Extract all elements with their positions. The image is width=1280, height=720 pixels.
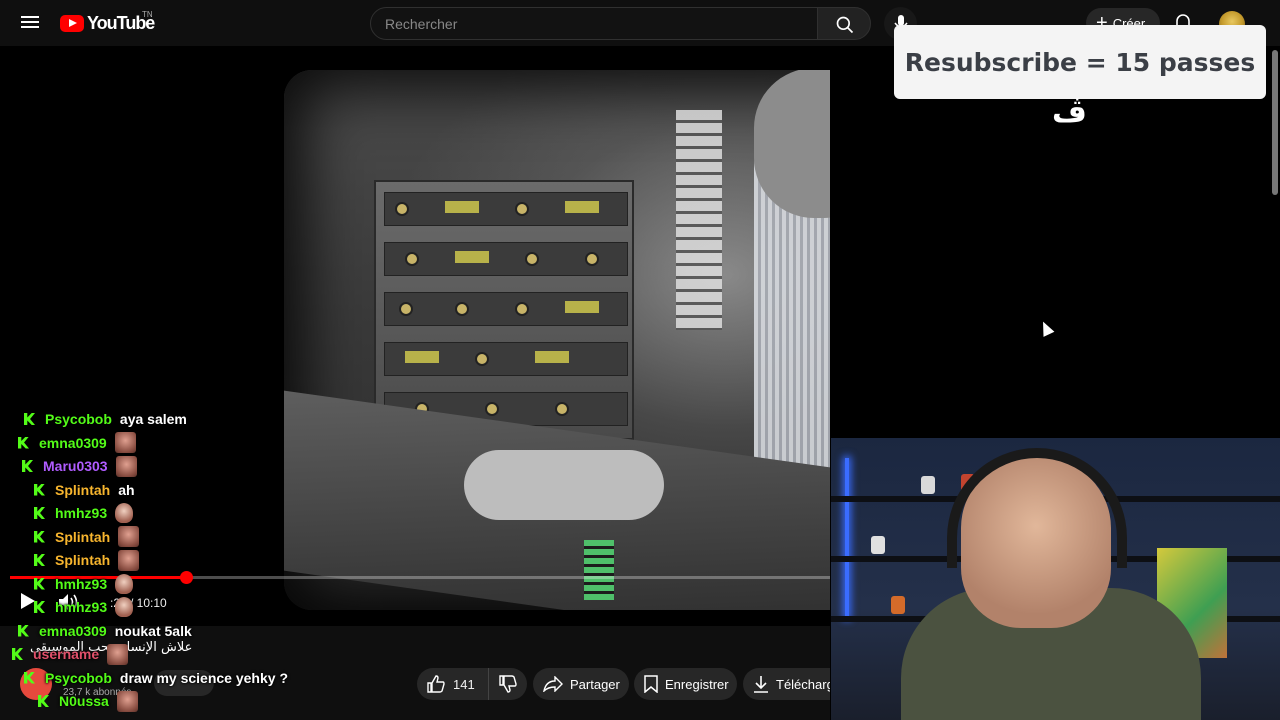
chat-username[interactable]: Splintah [55,482,110,498]
kick-badge-icon [34,483,45,496]
chat-username[interactable]: emna0309 [39,435,107,451]
kick-badge-icon [18,624,29,637]
chat-username[interactable]: Maru0303 [43,458,108,474]
kick-badge-icon [24,671,35,684]
youtube-play-icon [60,14,84,32]
kick-badge-icon [38,695,49,707]
chat-message: Splintah [34,549,140,571]
kick-badge-icon [34,554,45,566]
desk-leds [584,540,614,600]
download-icon [754,676,768,693]
bookmark-icon [644,675,658,693]
page-scrollbar[interactable] [1272,50,1278,195]
youtube-watch-page: YouTube TN + Créer [0,0,1280,720]
kick-badge-icon [12,648,23,660]
chat-message: Splintah [34,526,140,548]
chat-text: draw my science yehky ? [119,669,288,686]
chat-message: N0ussa [38,690,138,712]
hamburger-menu-icon[interactable] [18,13,42,33]
youtube-logo[interactable]: YouTube TN [60,10,155,34]
chat-username[interactable]: emna0309 [39,623,107,639]
save-button[interactable]: Enregistrer [634,668,737,700]
chat-message: emna0309 noukat 5alk [18,620,192,642]
chat-message: hmhz93 [34,502,134,524]
resubscribe-card: Resubscribe = 15 passes [894,25,1266,99]
kick-badge-icon [18,436,29,449]
tape-stack [676,110,722,330]
chat-emote-icon [118,526,140,547]
chat-message: hmhz93 [34,596,134,618]
share-label: Partager [570,676,620,692]
thumbs-up-icon [427,675,445,693]
download-button[interactable]: Télécharger [743,668,830,700]
kick-badge-icon [34,530,45,543]
chat-message: emna0309 [18,432,136,454]
chat-username[interactable]: Psycobob [45,670,112,686]
mouse-cursor-icon [1037,319,1055,337]
search-input[interactable] [371,8,817,39]
chat-text: noukat 5alk [114,622,192,639]
search-button[interactable] [817,7,871,40]
chat-emote-icon [115,597,134,617]
chat-username[interactable]: username [33,646,99,662]
chat-message: hmhz93 [34,573,134,595]
chat-message: username [12,643,129,665]
download-label: Télécharger [776,676,830,692]
chat-username[interactable]: hmhz93 [55,599,107,615]
resubscribe-text: Resubscribe = 15 passes [904,47,1256,77]
kick-badge-icon [34,507,45,519]
technician-hands [464,450,664,520]
chat-username[interactable]: Splintah [55,529,110,545]
chat-emote-icon [107,643,129,665]
like-dislike-group: 141 [417,668,527,700]
chat-emote-icon [115,455,137,477]
chat-emote-icon [118,549,140,571]
country-code: TN [142,10,153,19]
like-button[interactable]: 141 [417,668,489,700]
led-strip [845,458,849,618]
chat-username[interactable]: Psycobob [45,411,112,427]
save-label: Enregistrer [665,676,729,692]
kick-badge-icon [34,577,45,590]
scrubber-handle[interactable] [180,571,194,584]
chat-emote-icon [114,432,136,453]
chat-emote-icon [115,573,134,594]
streamer-webcam [831,438,1280,720]
search-box [370,7,818,40]
chat-username[interactable]: Splintah [55,552,110,568]
chat-message: Splintah ah [34,479,135,501]
kick-badge-icon [22,460,33,472]
chat-username[interactable]: hmhz93 [55,505,107,521]
chat-message: Psycobob aya salem [24,408,187,430]
dislike-button[interactable] [489,668,527,700]
chat-text: ah [118,481,135,498]
chat-emote-icon [115,503,134,523]
chat-emote-icon [116,690,138,712]
kick-badge-icon [24,413,35,425]
share-icon [543,676,563,692]
search-icon [836,16,854,34]
like-count: 141 [453,676,475,692]
chat-text: aya salem [119,411,187,427]
chat-message: Maru0303 [22,455,137,477]
equipment-rack [374,180,634,440]
chat-username[interactable]: N0ussa [59,693,109,709]
video-frame [284,70,830,610]
chat-username[interactable]: hmhz93 [55,576,107,592]
kick-badge-icon [34,601,45,613]
brand-glyph: ڤ [1052,95,1087,130]
headset [947,448,1127,568]
chat-message: Psycobob draw my science yehky ? [24,667,288,689]
share-button[interactable]: Partager [533,668,629,700]
thumbs-down-icon [499,675,517,693]
